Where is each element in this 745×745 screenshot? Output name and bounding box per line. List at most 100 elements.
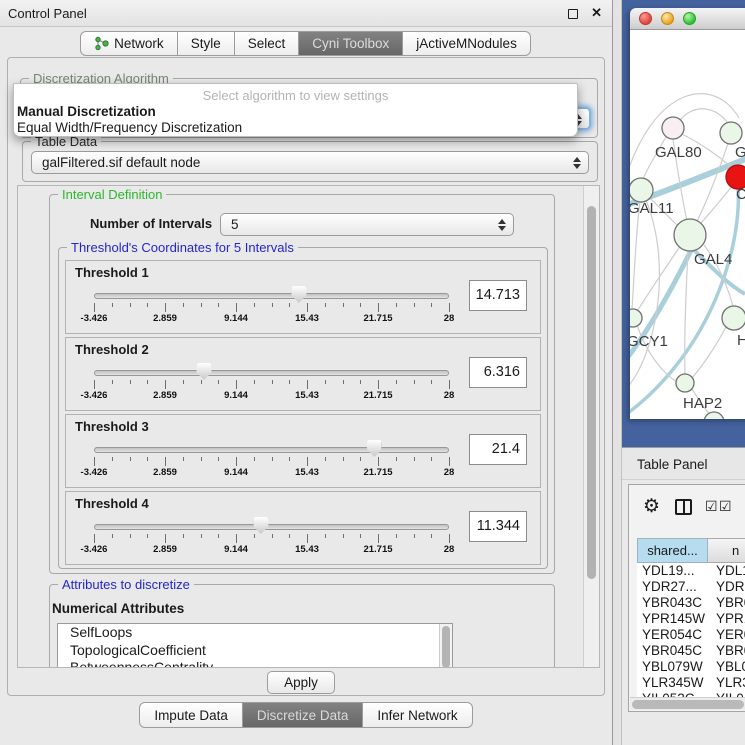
bottom-tab-bar: Impute Data Discretize Data Infer Networ… [0,702,613,729]
network-node[interactable] [676,374,694,392]
network-node[interactable] [662,117,684,139]
column-header-shared-name[interactable]: shared... [637,538,708,563]
cell[interactable]: YDR27... [637,579,708,595]
slider-ticks [94,534,449,544]
settings-vertical-scrollbar[interactable] [583,186,599,667]
table-row[interactable]: YER054C YER0 [637,627,745,643]
network-edge[interactable] [685,251,688,374]
threshold-3-value-field[interactable]: 21.4 [469,434,527,465]
network-node[interactable] [722,306,745,330]
cell[interactable]: YLR3 [708,675,745,691]
dropdown-item-manual-discretization[interactable]: Manual Discretization [17,104,156,119]
network-window-titlebar[interactable] [630,8,745,30]
checkbox-icon[interactable]: ☑ [719,498,732,515]
network-node[interactable] [720,122,742,144]
column-header-name[interactable]: n [708,538,745,563]
threshold-4-slider-thumb[interactable] [253,517,268,534]
tab-style[interactable]: Style [177,31,235,56]
list-item[interactable]: BetweennessCentrality [58,659,452,668]
tab-impute-data[interactable]: Impute Data [139,702,243,728]
network-node[interactable] [674,219,706,251]
combo-arrows-icon [497,218,506,232]
slider-tick-labels: -3.4262.8599.14415.4321.71528 [94,390,449,402]
attributes-group: Attributes to discretize Numerical Attri… [49,584,555,668]
columns-icon[interactable] [675,499,692,515]
cell[interactable]: YDR2 [708,579,745,595]
network-node[interactable] [630,309,642,327]
cell[interactable]: YBL0 [708,659,745,675]
dropdown-item-equal-width-frequency[interactable]: Equal Width/Frequency Discretization [17,120,242,135]
thresholds-group: Threshold's Coordinates for 5 Intervals … [58,247,548,569]
close-traffic-icon[interactable] [639,12,652,25]
table-toolbar: ⚙ ☑ ☑ [629,485,745,533]
tab-discretize-data[interactable]: Discretize Data [242,702,364,728]
table-row[interactable]: YDL19... YDL1 [637,563,745,579]
network-edge[interactable] [632,202,640,309]
cell[interactable]: YLR345W [637,675,708,691]
cell[interactable]: YER0 [708,627,745,643]
network-view-canvas[interactable]: GAL80GCGAL11GAL4GCY1HHAP2 [630,30,745,419]
tab-infer-network[interactable]: Infer Network [362,702,472,728]
panel-splitter[interactable] [613,0,622,745]
numerical-attributes-list[interactable]: SelfLoops TopologicalCoefficient Between… [57,623,453,668]
network-node-label: GAL4 [694,251,732,268]
threshold-3-slider-thumb[interactable] [367,440,382,457]
cell[interactable]: YDL19... [637,563,708,579]
table-row[interactable]: YLR345W YLR3 [637,675,745,691]
network-node[interactable] [630,178,653,202]
number-of-intervals-combo[interactable]: 5 [220,213,514,236]
table-row[interactable]: YPR145W YPR1 [637,611,745,627]
network-edge[interactable] [678,109,729,125]
tab-label: jActiveMNodules [416,32,517,56]
float-icon[interactable] [568,9,578,19]
tab-cyni-toolbox[interactable]: Cyni Toolbox [298,31,403,56]
group-title: Threshold's Coordinates for 5 Intervals [67,240,298,255]
checkbox-icon[interactable]: ☑ [705,498,718,515]
cell[interactable]: YBR0 [708,595,745,611]
cell[interactable]: YBR0 [708,643,745,659]
cell[interactable]: YPR1 [708,611,745,627]
network-window[interactable]: GAL80GCGAL11GAL4GCY1HHAP2 [630,8,745,419]
table-horizontal-scrollbar[interactable] [630,697,745,710]
threshold-4-value-field[interactable]: 11.344 [469,511,527,542]
list-scrollbar[interactable] [439,624,452,668]
zoom-traffic-icon[interactable] [683,12,696,25]
network-node-label: GAL80 [655,144,702,161]
table-row[interactable]: YDR27... YDR2 [637,579,745,595]
scrollbar-thumb[interactable] [587,206,596,579]
slider-tick-labels: -3.4262.8599.14415.4321.71528 [94,467,449,479]
network-node-label: C [736,186,745,203]
table-row[interactable]: YBL079W YBL0 [637,659,745,675]
threshold-2-slider-thumb[interactable] [197,363,212,380]
table-data-combo[interactable]: galFiltered.sif default node [31,151,589,174]
tab-select[interactable]: Select [234,31,300,56]
cell[interactable]: YPR145W [637,611,708,627]
cell[interactable]: YBR045C [637,643,708,659]
cell[interactable]: YDL1 [708,563,745,579]
interval-definition-group: Interval Definition Number of Intervals … [49,194,555,574]
table-row[interactable]: YBR045C YBR0 [637,643,745,659]
slider-ticks [94,457,449,467]
cell[interactable]: YER054C [637,627,708,643]
list-item[interactable]: TopologicalCoefficient [58,642,452,660]
top-tab-bar: Network Style Select Cyni Toolbox jActiv… [0,31,612,58]
slider-tick-labels: -3.4262.8599.14415.4321.71528 [94,544,449,556]
cell[interactable]: YBR043C [637,595,708,611]
number-of-intervals-value: 5 [231,217,239,232]
network-node[interactable] [704,412,724,419]
cell[interactable]: YBL079W [637,659,708,675]
close-icon[interactable]: ✕ [591,5,602,21]
threshold-1-slider-thumb[interactable] [291,286,306,303]
minimize-traffic-icon[interactable] [661,12,674,25]
tab-network[interactable]: Network [80,31,178,56]
table-row[interactable]: YBR043C YBR0 [637,595,745,611]
threshold-2-value-field[interactable]: 6.316 [469,357,527,388]
threshold-3-panel: Threshold 3 -3.4262.8599.14415.4321.7152… [65,414,541,488]
list-item[interactable]: SelfLoops [58,624,452,642]
threshold-1-value-field[interactable]: 14.713 [469,280,527,311]
tab-jactivemnodules[interactable]: jActiveMNodules [402,31,531,56]
scrollbar-thumb[interactable] [632,700,744,709]
gear-icon[interactable]: ⚙ [643,495,660,518]
apply-button[interactable]: Apply [267,671,335,694]
network-edge[interactable] [630,200,659,390]
